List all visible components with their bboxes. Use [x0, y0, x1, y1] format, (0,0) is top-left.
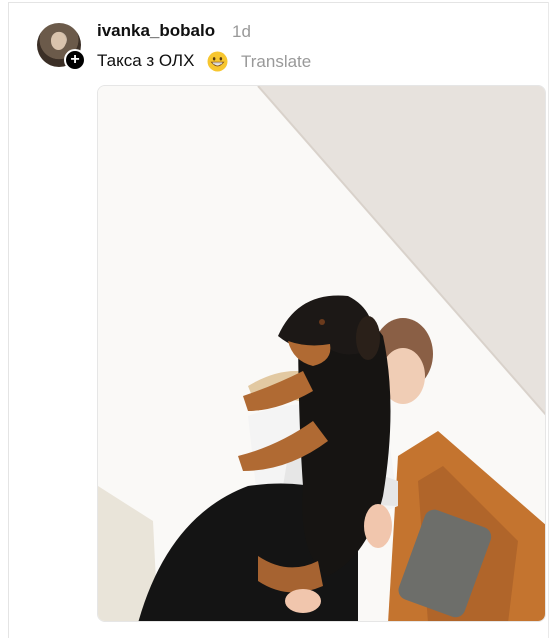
follow-plus-icon[interactable]: +	[64, 49, 86, 71]
post-border-left	[8, 2, 9, 638]
grinning-face-emoji-icon	[207, 51, 228, 72]
post-border-right	[548, 2, 549, 638]
post-photo[interactable]	[97, 85, 546, 622]
post-caption: Такса з ОЛХ	[97, 51, 195, 70]
translate-button[interactable]: Translate	[241, 52, 311, 72]
post-timestamp[interactable]: 1d	[232, 22, 251, 42]
avatar-face	[51, 32, 66, 50]
dog-photo-illustration	[98, 86, 545, 621]
post-divider-top	[8, 2, 548, 3]
username-link[interactable]: ivanka_bobalo	[97, 21, 215, 41]
